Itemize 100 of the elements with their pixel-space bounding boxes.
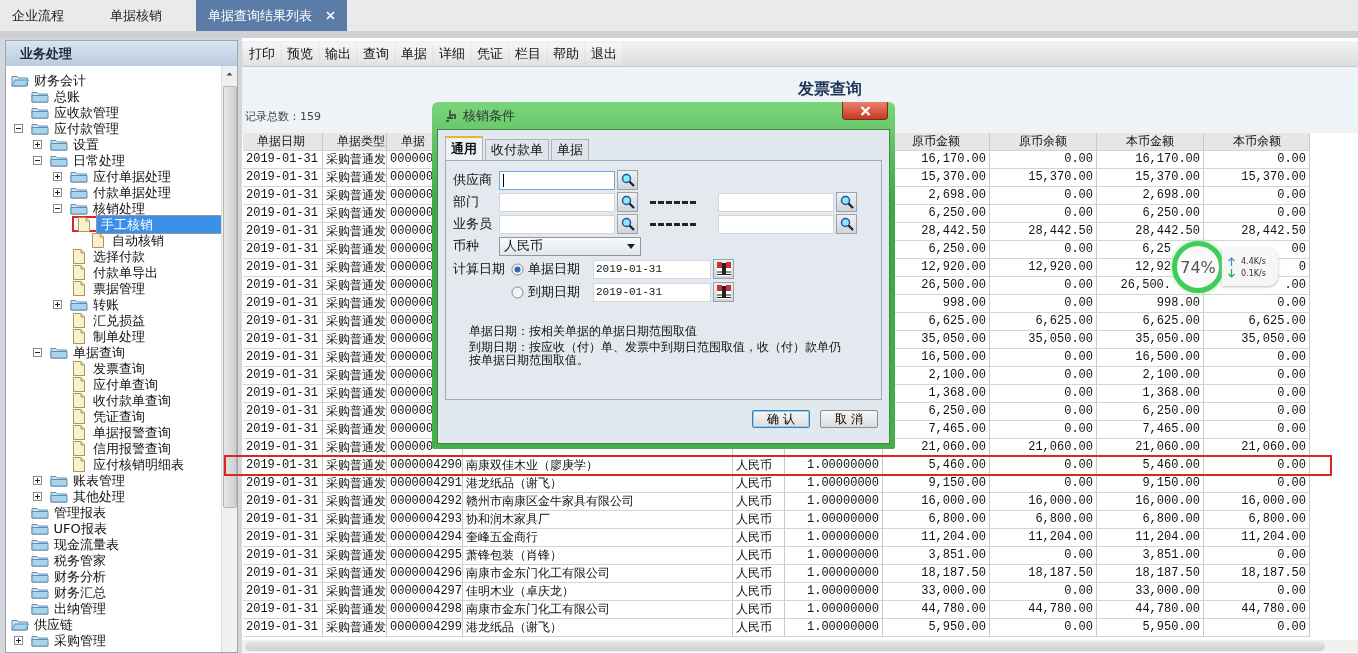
tree-item[interactable]: 日常处理 xyxy=(71,152,127,168)
radio-button[interactable]: 单据日期 xyxy=(511,260,591,278)
expand-icon[interactable] xyxy=(33,475,42,485)
tree-item[interactable]: 财务分析 xyxy=(51,568,108,584)
tree-item[interactable]: 应付单查询 xyxy=(90,376,160,392)
tab[interactable]: 单据查询结果列表 xyxy=(196,0,347,31)
radio-icon[interactable] xyxy=(511,262,524,276)
collapse-icon[interactable] xyxy=(52,203,62,213)
expand-icon[interactable] xyxy=(52,299,62,309)
search-button[interactable] xyxy=(617,214,638,234)
tree-item[interactable]: 其他处理 xyxy=(71,488,127,504)
tree-item[interactable]: 收付款单查询 xyxy=(90,392,173,408)
tree-item[interactable]: 管理报表 xyxy=(51,504,108,520)
input-field[interactable] xyxy=(499,192,615,212)
tree-item[interactable]: 付款单导出 xyxy=(90,264,160,280)
tree-item[interactable]: 票据管理 xyxy=(90,280,147,296)
tree-item[interactable]: 转账 xyxy=(90,296,121,312)
search-button[interactable] xyxy=(617,192,638,212)
scroll-thumb[interactable] xyxy=(245,641,1325,651)
toolbar-button[interactable]: 输出 xyxy=(320,42,356,65)
scrollbar[interactable] xyxy=(221,66,237,652)
tree-item[interactable]: 总账 xyxy=(51,88,82,104)
tree-item[interactable]: 核销处理 xyxy=(90,200,147,216)
calendar-button[interactable] xyxy=(713,282,734,302)
currency-dropdown[interactable]: 人民币 xyxy=(499,236,641,256)
toolbar-button[interactable]: 打印 xyxy=(244,42,280,65)
tree-item[interactable]: 财务汇总 xyxy=(51,584,108,600)
toolbar-button[interactable]: 退出 xyxy=(586,42,622,65)
column-header[interactable]: 单据类型 xyxy=(323,133,387,151)
date-field[interactable]: 2019-01-31 xyxy=(593,282,711,302)
tree-item[interactable]: 自动核销 xyxy=(110,232,166,248)
column-header[interactable]: 单据日期 xyxy=(243,133,323,151)
column-header[interactable]: 本币余额 xyxy=(1204,133,1310,151)
tab[interactable]: 通用 xyxy=(445,136,483,160)
tree-item[interactable]: 凭证查询 xyxy=(90,408,147,424)
tab[interactable]: 单据 xyxy=(551,139,589,160)
toolbar-button[interactable]: 单据 xyxy=(396,42,432,65)
tree-item[interactable]: 应付款管理 xyxy=(51,120,121,136)
search-button[interactable] xyxy=(617,170,638,190)
calendar-button[interactable] xyxy=(713,259,734,279)
toolbar-button[interactable]: 查询 xyxy=(358,42,394,65)
column-header[interactable]: 本币金额 xyxy=(1097,133,1204,151)
supplier-cell: 南康市金东门化工有限公司 xyxy=(466,566,610,580)
tree-item[interactable]: 采购管理 xyxy=(51,632,108,648)
tree-item[interactable]: 应付核销明细表 xyxy=(90,456,186,472)
tree-item[interactable]: 设置 xyxy=(71,136,101,152)
toolbar-button[interactable]: 帮助 xyxy=(548,42,584,65)
toolbar-button[interactable]: 栏目 xyxy=(510,42,546,65)
input-field[interactable] xyxy=(718,214,834,234)
search-button[interactable] xyxy=(836,214,857,234)
input-field[interactable] xyxy=(718,192,834,212)
scrollbar[interactable] xyxy=(242,640,1358,652)
expand-icon[interactable] xyxy=(52,171,62,181)
expand-icon[interactable] xyxy=(13,635,23,645)
number-cell: 0000004298 xyxy=(390,602,462,616)
toolbar-button[interactable]: 凭证 xyxy=(472,42,508,65)
tree-item[interactable]: 制单处理 xyxy=(90,328,147,344)
tab[interactable]: 单据核销 xyxy=(98,0,196,31)
close-icon[interactable] xyxy=(326,11,335,20)
tree-item[interactable]: 付款单据处理 xyxy=(90,184,173,200)
dialog-button[interactable]: 确 认 xyxy=(752,410,810,428)
tree-item[interactable]: 应收款管理 xyxy=(51,104,121,120)
input-field[interactable] xyxy=(499,170,615,190)
tree-item[interactable]: 单据查询 xyxy=(71,344,127,360)
scroll-thumb[interactable] xyxy=(222,86,237,508)
collapse-icon[interactable] xyxy=(33,347,42,357)
up-arrow-icon xyxy=(1228,256,1235,266)
radio-icon[interactable] xyxy=(511,285,524,299)
expand-icon[interactable] xyxy=(33,491,42,501)
close-button[interactable] xyxy=(842,102,888,120)
collapse-icon[interactable] xyxy=(33,155,42,165)
expand-icon[interactable] xyxy=(33,139,42,149)
tree-item[interactable]: 应付单据处理 xyxy=(90,168,173,184)
amount-cell: 5,460.00 xyxy=(928,458,986,472)
tree-item[interactable]: 信用报警查询 xyxy=(90,440,173,456)
tab[interactable]: 收付款单 xyxy=(485,139,549,160)
dialog-button[interactable]: 取 消 xyxy=(820,410,878,428)
tree-item[interactable]: 出纳管理 xyxy=(51,600,108,616)
tree-item[interactable]: 发票查询 xyxy=(90,360,147,376)
tree-item[interactable]: 账表管理 xyxy=(71,472,127,488)
tree-item[interactable]: 汇兑损益 xyxy=(90,312,147,328)
expand-icon[interactable] xyxy=(52,187,62,197)
tree-item[interactable]: 现金流量表 xyxy=(51,536,121,552)
tree-item[interactable]: 供应链 xyxy=(32,616,75,632)
toolbar-button[interactable]: 预览 xyxy=(282,42,318,65)
column-header[interactable]: 原币余额 xyxy=(990,133,1097,151)
tab[interactable]: 企业流程 xyxy=(0,0,98,31)
collapse-icon[interactable] xyxy=(13,123,23,133)
search-button[interactable] xyxy=(836,192,857,212)
input-field[interactable] xyxy=(499,214,615,234)
tree-item[interactable]: 财务会计 xyxy=(32,72,88,88)
tree-item[interactable]: UFO报表 xyxy=(51,520,109,536)
rate-cell: 1.00000000 xyxy=(807,458,879,472)
toolbar-button[interactable]: 详细 xyxy=(434,42,470,65)
tree-item[interactable]: 税务管家 xyxy=(51,552,108,568)
date-field[interactable]: 2019-01-31 xyxy=(593,259,711,279)
tree-item[interactable]: 选择付款 xyxy=(90,248,147,264)
tree-item[interactable]: 单据报警查询 xyxy=(90,424,173,440)
date-cell: 2019-01-31 xyxy=(246,170,318,184)
radio-button[interactable]: 到期日期 xyxy=(511,283,591,301)
